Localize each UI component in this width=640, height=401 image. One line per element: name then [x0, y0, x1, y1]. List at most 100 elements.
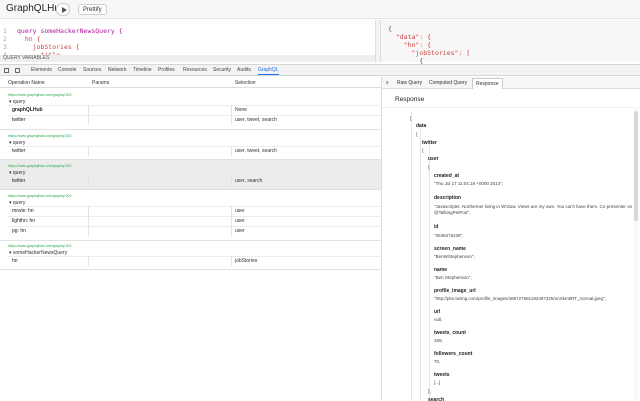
response-tree: [ data { twitter { user { created_at "Th… [382, 107, 640, 401]
tree-key[interactable]: screen_name [434, 246, 466, 252]
operations-panel: Operation Name Params Selection https://… [0, 77, 381, 400]
tab-network[interactable]: Network [108, 67, 126, 73]
tree-value: 70, [434, 359, 441, 364]
devtools-tabbar: Elements Console Sources Network Timelin… [0, 64, 640, 76]
request-url: https://www.graphqlhub.com/graphql 200 [8, 244, 72, 248]
row-divider [8, 216, 381, 217]
column-divider [231, 105, 232, 125]
tab-profiles[interactable]: Profiles [158, 67, 175, 73]
field-selection: user [235, 218, 245, 224]
tree-key[interactable]: followers_count [434, 351, 472, 357]
tree-bracket: [ [410, 116, 412, 122]
field-selection: None [235, 107, 247, 113]
tree-key-search[interactable]: search [428, 397, 444, 401]
tab-graphql[interactable]: GraphQL [258, 67, 279, 75]
close-icon[interactable]: x [386, 80, 389, 86]
result-line: "hn": { [388, 41, 432, 49]
row-divider [8, 226, 381, 227]
field-name: twitter [12, 148, 26, 154]
request-url: https://www.graphqlhub.com/graphql 200 [8, 134, 72, 138]
tree-key-twitter[interactable]: twitter [422, 140, 437, 146]
response-tabbar: x Raw Query Computed Query Response [382, 77, 640, 89]
row-divider [8, 206, 381, 207]
operation-item[interactable]: https://www.graphqlhub.com/graphql 200 ▾… [0, 89, 381, 130]
field-name: twitter [12, 178, 26, 184]
operation-item[interactable]: https://www.graphqlhub.com/graphql 200 ▾… [0, 190, 381, 241]
tree-key[interactable]: tweets_count [434, 330, 466, 336]
code-line: query someHackerNewsQuery { [17, 27, 123, 35]
tree-value: 259, [434, 338, 443, 343]
field-name: twitter [12, 117, 26, 123]
field-name: lighthn: hn [12, 218, 36, 224]
column-params[interactable]: Params [92, 80, 109, 86]
tree-key[interactable]: description [434, 195, 461, 201]
column-divider [88, 146, 89, 156]
tab-security[interactable]: Security [213, 67, 231, 73]
field-name: movie: hn [12, 208, 34, 214]
tab-resources[interactable]: Resources [183, 67, 207, 73]
column-selection[interactable]: Selection [235, 80, 256, 86]
row-divider [8, 146, 381, 147]
scrollbar-thumb[interactable] [634, 111, 638, 221]
column-divider [231, 146, 232, 156]
field-selection: jobStories [235, 258, 258, 264]
run-query-button[interactable] [56, 3, 70, 16]
prettify-button[interactable]: Prettify [78, 4, 107, 15]
tree-value: "2638476438", [434, 233, 464, 238]
tree-key[interactable]: url [434, 309, 440, 315]
tree-key[interactable]: id [434, 224, 438, 230]
query-editor[interactable]: 1 2 3 4 query someHackerNewsQuery { hn {… [0, 20, 375, 59]
tab-response[interactable]: Response [472, 78, 503, 89]
tab-elements[interactable]: Elements [31, 67, 52, 73]
tree-guide [429, 144, 430, 401]
field-name: graphQLHub [12, 107, 43, 113]
tree-value: "http://pbs.twimg.com/profile_images/489… [434, 296, 606, 301]
tab-console[interactable]: Console [58, 67, 76, 73]
tree-key-data[interactable]: data [416, 123, 426, 129]
column-divider [231, 256, 232, 266]
operation-item[interactable]: https://www.graphqlhub.com/graphql 200 ▾… [0, 130, 381, 160]
tree-bracket: }, [428, 389, 432, 395]
tree-bracket: { [422, 148, 424, 154]
tab-computed-query[interactable]: Computed Query [429, 80, 467, 86]
result-line: "data": { [388, 33, 432, 41]
field-selection: user, tweet, search [235, 148, 277, 154]
column-divider [231, 206, 232, 236]
row-divider [8, 176, 381, 177]
request-url: https://www.graphqlhub.com/graphql 200 [8, 164, 72, 168]
tree-value[interactable]: [...] [434, 380, 639, 385]
tree-key-user[interactable]: user [428, 156, 439, 162]
tab-audits[interactable]: Audits [237, 67, 251, 73]
query-variables-label[interactable]: QUERY VARIABLES [0, 55, 375, 62]
device-icon[interactable] [15, 68, 20, 73]
tab-raw-query[interactable]: Raw Query [397, 80, 422, 86]
tree-bracket: { [428, 165, 430, 171]
operations-header: Operation Name Params Selection [0, 77, 381, 88]
line-number: 2 [3, 35, 7, 43]
tab-sources[interactable]: Sources [83, 67, 101, 73]
tree-key[interactable]: tweets [434, 372, 450, 378]
operation-item[interactable]: https://www.graphqlhub.com/graphql 200 ▾… [0, 241, 381, 270]
result-line: { [388, 25, 392, 33]
toolbar: GraphQLHub Prettify [0, 0, 640, 19]
tree-key[interactable]: created_at [434, 173, 459, 179]
operation-item[interactable]: https://www.graphqlhub.com/graphql 200 ▾… [0, 160, 381, 190]
tree-guide [411, 112, 412, 401]
tree-key[interactable]: name [434, 267, 447, 273]
line-number: 1 [3, 27, 7, 35]
tree-value: null, [434, 317, 443, 322]
column-operation-name[interactable]: Operation Name [8, 80, 45, 86]
field-name: hn [12, 258, 18, 264]
code-line: jobStories { [17, 43, 80, 51]
column-divider [231, 176, 232, 186]
column-divider [88, 176, 89, 186]
response-title: Response [395, 96, 425, 103]
tree-key[interactable]: profile_image_url [434, 288, 476, 294]
result-line: "jobStories": [ [388, 49, 471, 57]
field-selection: user [235, 228, 245, 234]
inspect-icon[interactable] [4, 68, 9, 73]
column-divider [88, 256, 89, 266]
field-selection: user, tweet, search [235, 117, 277, 123]
field-selection: user, search [235, 178, 263, 184]
tab-timeline[interactable]: Timeline [133, 67, 152, 73]
